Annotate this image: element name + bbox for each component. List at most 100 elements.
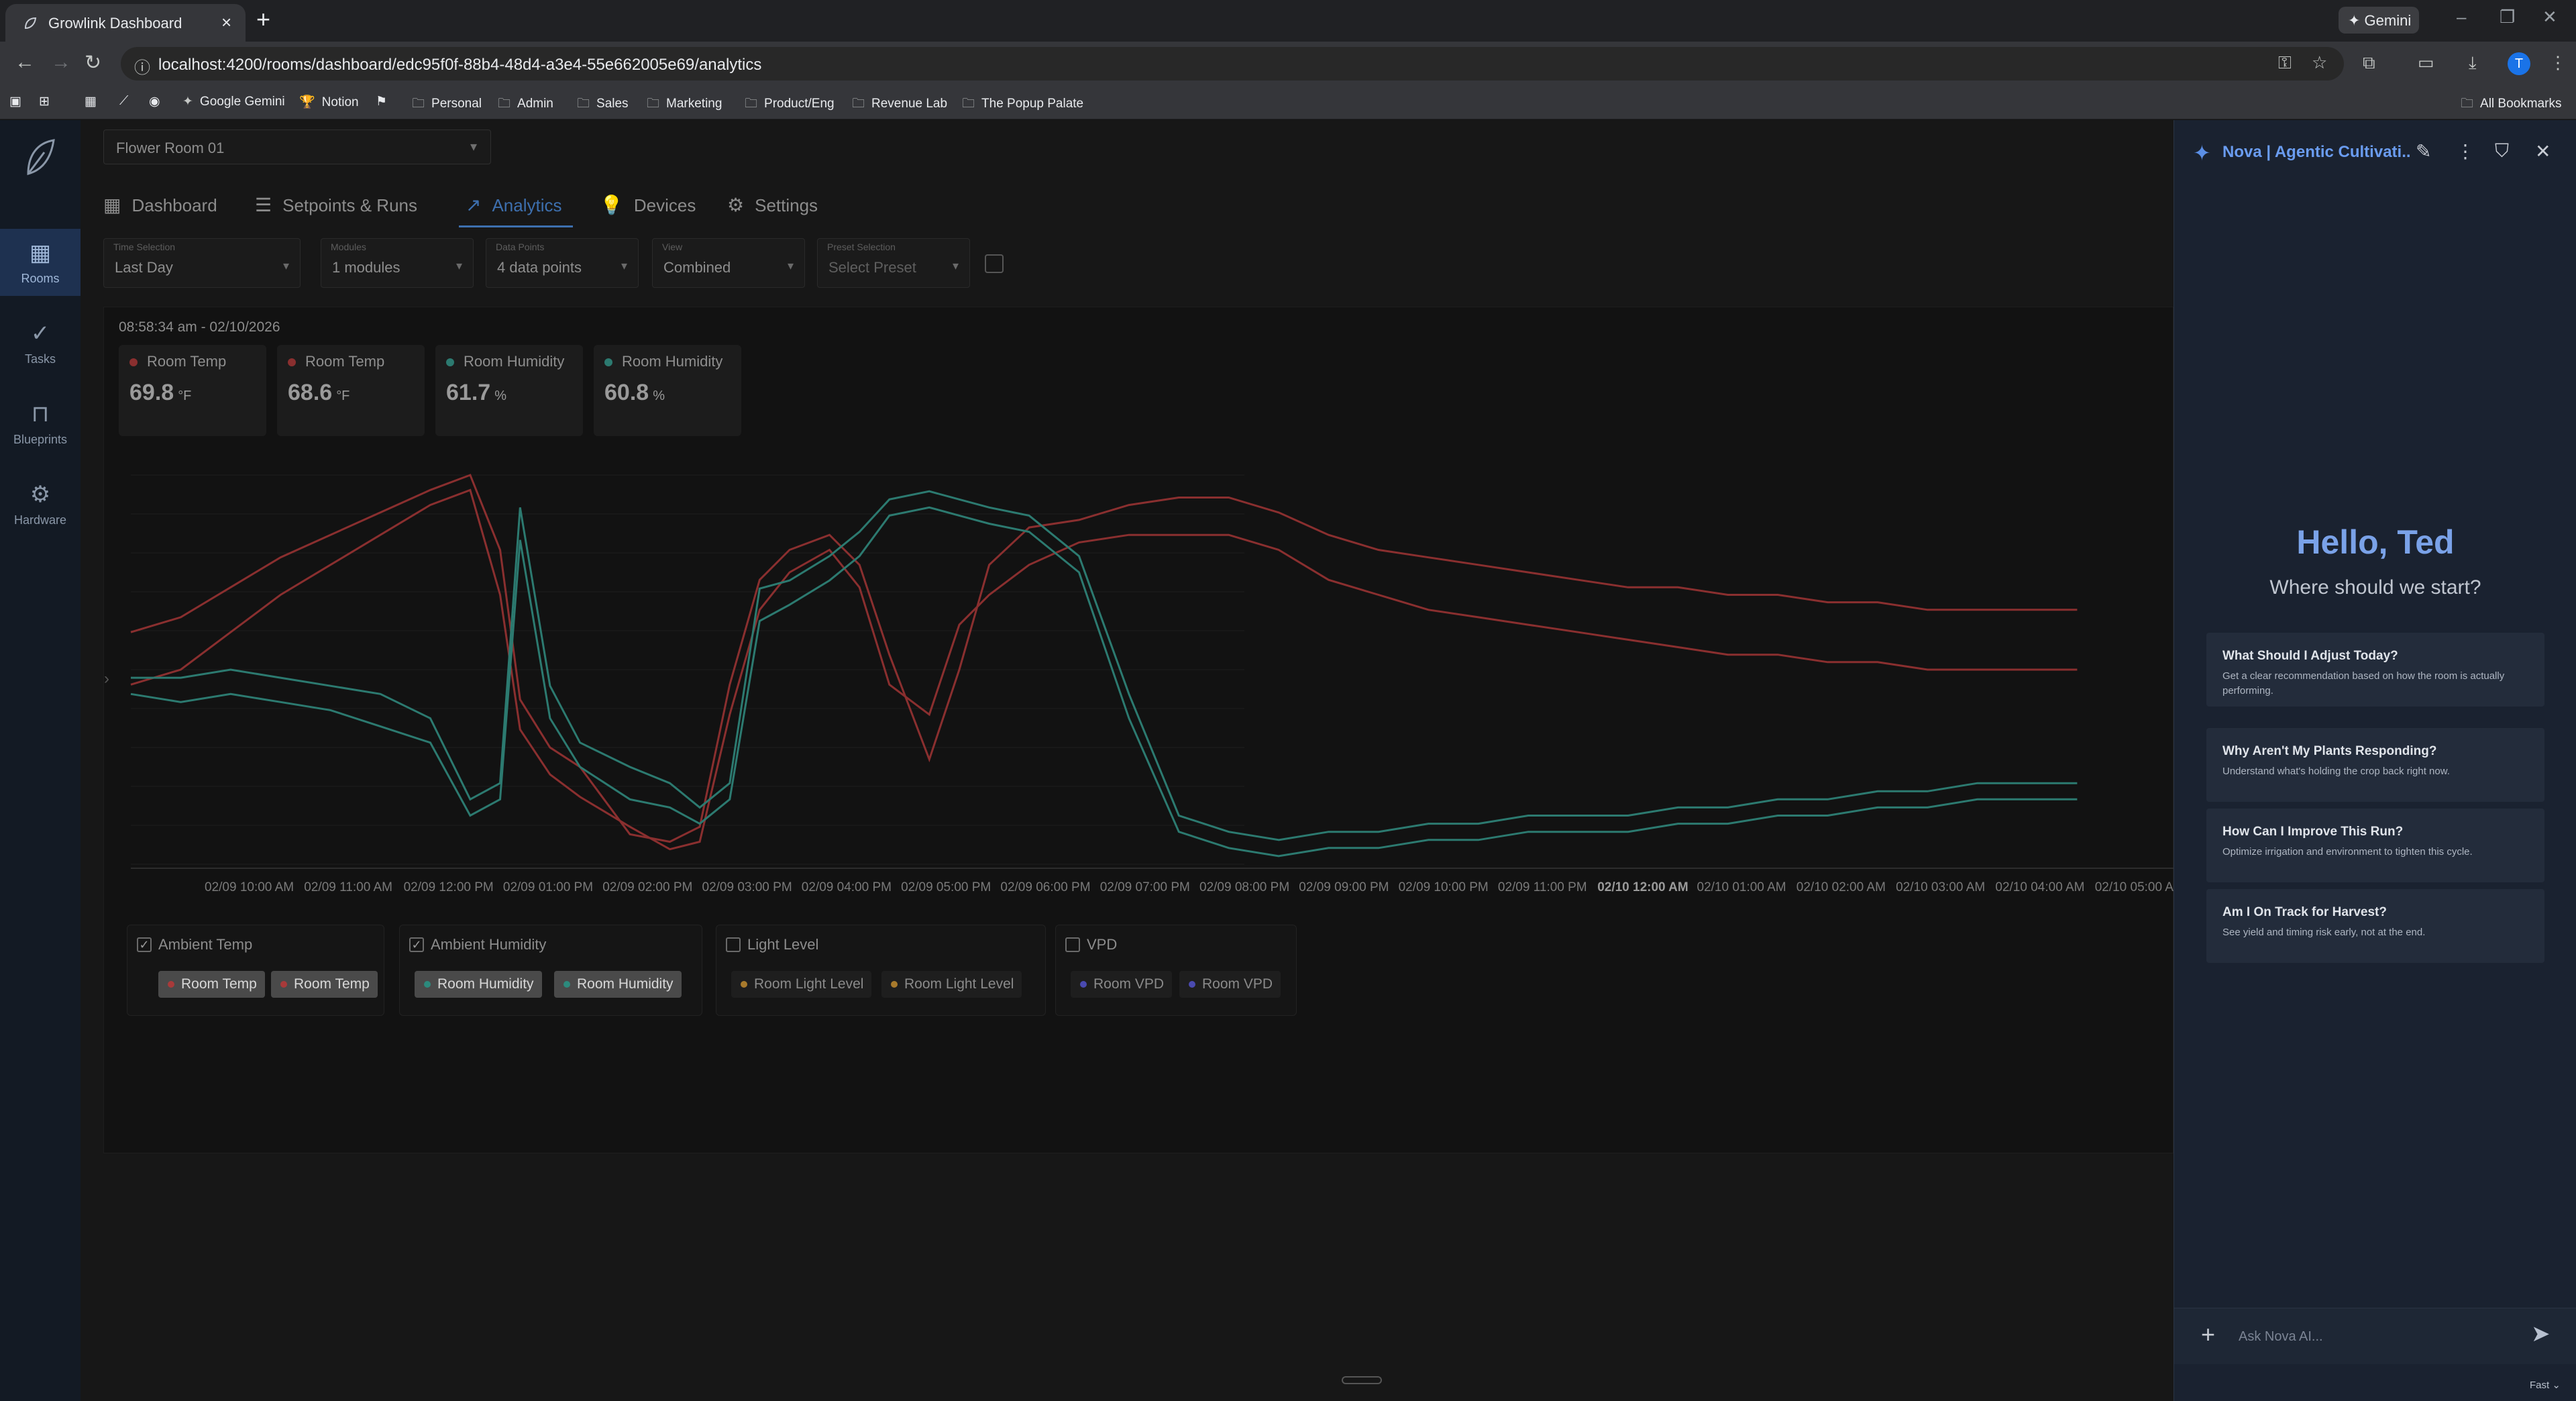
tab-groups-icon[interactable]: ⊞ (39, 94, 50, 109)
extensions-icon[interactable]: ⧉ (2363, 52, 2375, 74)
room-selector[interactable]: Flower Room 01 ▾ (103, 129, 491, 164)
tab-settings[interactable]: ⚙ Settings (727, 179, 818, 227)
browser-tab[interactable]: Growlink Dashboard × (5, 4, 246, 42)
chip-room-light-level-2[interactable]: Room Light Level (881, 971, 1022, 998)
checkbox-light-level[interactable] (726, 937, 741, 952)
reload-icon[interactable]: ↻ (85, 51, 101, 74)
password-key-icon[interactable]: ⚿ (2278, 52, 2292, 74)
feather-icon[interactable]: ⟋ (119, 94, 128, 109)
x-tick-label: 02/09 05:00 PM (901, 880, 991, 894)
download-icon[interactable]: ⤓ (2469, 52, 2477, 74)
minimize-icon[interactable]: – (2457, 7, 2466, 28)
tab-setpoints-runs[interactable]: ☰ Setpoints & Runs (255, 179, 417, 227)
more-kebab-icon[interactable]: ⋮ (2456, 140, 2475, 162)
series-line-room-temp-1[interactable] (130, 474, 2078, 843)
cast-icon[interactable]: ▭ (2418, 52, 2434, 73)
checkbox-ambient-temp[interactable]: ✓ (137, 937, 152, 952)
send-icon[interactable]: ➤ (2531, 1320, 2551, 1347)
restore-icon[interactable]: ❐ (2500, 7, 2515, 28)
analytics-chart-card: 02/09 10:00 AM 02/09 11:00 AM 02/09 12:00 … (103, 307, 2174, 1153)
suggestion-desc: Understand what's holding the crop back … (2222, 766, 2450, 777)
view-dropdown[interactable]: View Combined ▾ (652, 238, 805, 288)
new-tab-button[interactable]: + (256, 5, 270, 34)
nav-rooms[interactable]: ▦ Rooms (0, 229, 80, 296)
folder-icon: 🗀 (962, 97, 975, 111)
close-tab-icon[interactable]: × (221, 12, 231, 33)
mode-selector[interactable]: Fast ⌄ (2530, 1379, 2561, 1391)
chip-room-humidity-1[interactable]: Room Humidity (415, 971, 542, 998)
modules-value: 1 modules (332, 259, 400, 276)
suggestion-harvest-track[interactable]: Am I On Track for Harvest? See yield and… (2206, 889, 2544, 963)
series-line-room-humidity-1[interactable] (131, 490, 2078, 841)
nav-tasks[interactable]: ✓ Tasks (0, 309, 80, 376)
edit-pencil-icon[interactable]: ✎ (2416, 140, 2431, 162)
ask-nova-input[interactable] (2239, 1323, 2507, 1350)
nav-hardware[interactable]: ⚙ Hardware (0, 470, 80, 537)
bookmark-personal[interactable]: 🗀 Personal (412, 94, 482, 115)
bookmark-google-gemini[interactable]: ✦ Google Gemini (182, 94, 285, 109)
bookmark-notion[interactable]: 🏆 Notion (299, 94, 359, 110)
suggestion-adjust-today[interactable]: What Should I Adjust Today? Get a clear … (2206, 633, 2544, 707)
apps-icon[interactable]: ▣ (9, 94, 21, 109)
nav-blueprints[interactable]: ⊓ Blueprints (0, 390, 80, 457)
gemini-icon: ✦ (182, 95, 193, 109)
chip-room-temp-2[interactable]: Room Temp (271, 971, 378, 998)
modules-dropdown[interactable]: Modules 1 modules ▾ (321, 238, 474, 288)
bookmark-sales[interactable]: 🗀 Sales (577, 94, 629, 115)
checkbox-vpd[interactable] (1065, 937, 1080, 952)
github-icon[interactable]: ◉ (149, 94, 160, 109)
site-info-icon[interactable]: ⓘ (134, 54, 150, 78)
x-tick-label: 02/09 02:00 PM (602, 880, 692, 894)
nav-tasks-label: Tasks (24, 352, 56, 366)
chip-dot (1080, 981, 1087, 988)
back-icon[interactable]: ← (15, 51, 35, 74)
tab-analytics[interactable]: ↗ Analytics (459, 179, 573, 227)
data-points-dropdown[interactable]: Data Points 4 data points ▾ (486, 238, 639, 288)
suggestion-improve-run[interactable]: How Can I Improve This Run? Optimize irr… (2206, 809, 2544, 882)
chip-room-humidity-2[interactable]: Room Humidity (554, 971, 682, 998)
bookmark-star-icon[interactable]: ☆ (2312, 52, 2327, 73)
checkbox-ambient-humidity[interactable]: ✓ (409, 937, 424, 952)
stat-value: 68.6 °F (288, 380, 350, 405)
bookmark-admin[interactable]: 🗀 Admin (498, 94, 553, 115)
series-line-room-humidity-2[interactable] (130, 506, 2078, 858)
legend-group-light-level: Light Level Room Light Level Room Light … (716, 925, 1046, 1016)
add-attachment-icon[interactable]: + (2201, 1320, 2215, 1349)
x-tick-label: 02/10 03:00 AM (1896, 880, 1985, 894)
tab-devices[interactable]: 💡 Devices (600, 179, 696, 227)
stat-room-temp-2: Room Temp 68.6 °F (277, 345, 425, 436)
bookmark-flag-icon[interactable]: ⚑ (376, 94, 387, 109)
address-bar[interactable]: ⓘ localhost:4200/rooms/dashboard/edc95f0… (121, 47, 2344, 81)
bookmark-revenue-lab[interactable]: 🗀 Revenue Lab (852, 94, 947, 115)
chip-room-vpd-1[interactable]: Room VPD (1071, 971, 1173, 998)
time-selection-dropdown[interactable]: Time Selection Last Day ▾ (103, 238, 301, 288)
forward-icon[interactable]: → (51, 51, 71, 74)
stat-value: 60.8% (604, 380, 665, 405)
gemini-button[interactable]: ✦ Gemini (2339, 7, 2419, 34)
save-preset-icon[interactable] (985, 254, 1004, 273)
legend-group-label: Ambient Humidity (431, 936, 547, 953)
chip-room-vpd-2[interactable]: Room VPD (1179, 971, 1281, 998)
suggestion-plants-responding[interactable]: Why Aren't My Plants Responding? Underst… (2206, 728, 2544, 802)
bookmark-product-eng[interactable]: 🗀 Product/Eng (745, 94, 835, 115)
chip-room-light-level-1[interactable]: Room Light Level (731, 971, 872, 998)
all-bookmarks[interactable]: 🗀 All Bookmarks (2461, 94, 2561, 115)
chip-dot (891, 981, 898, 988)
bookmark-popup-palate[interactable]: 🗀 The Popup Palate (962, 94, 1083, 115)
tab-title: Growlink Dashboard (48, 15, 182, 32)
modules-label: Modules (331, 242, 366, 252)
tab-dashboard[interactable]: ▦ Dashboard (103, 179, 217, 227)
menu-kebab-icon[interactable]: ⋮ (2549, 52, 2567, 73)
close-panel-icon[interactable]: ✕ (2535, 140, 2551, 162)
chip-room-temp-1[interactable]: Room Temp (158, 971, 265, 998)
stat-room-humidity-1: Room Humidity 61.7% (435, 345, 583, 436)
drag-handle[interactable] (1342, 1376, 1382, 1384)
chevron-right-icon[interactable]: › (104, 670, 109, 688)
close-window-icon[interactable]: ✕ (2542, 7, 2557, 28)
microsoft-icon[interactable]: ▦ (85, 94, 97, 109)
profile-avatar[interactable]: T (2508, 52, 2530, 75)
bookmark-icon[interactable]: ⛉ (2495, 140, 2509, 162)
bookmark-marketing[interactable]: 🗀 Marketing (647, 94, 722, 115)
preset-selection-dropdown[interactable]: Preset Selection Select Preset ▾ (817, 238, 970, 288)
time-selection-label: Time Selection (113, 242, 176, 252)
